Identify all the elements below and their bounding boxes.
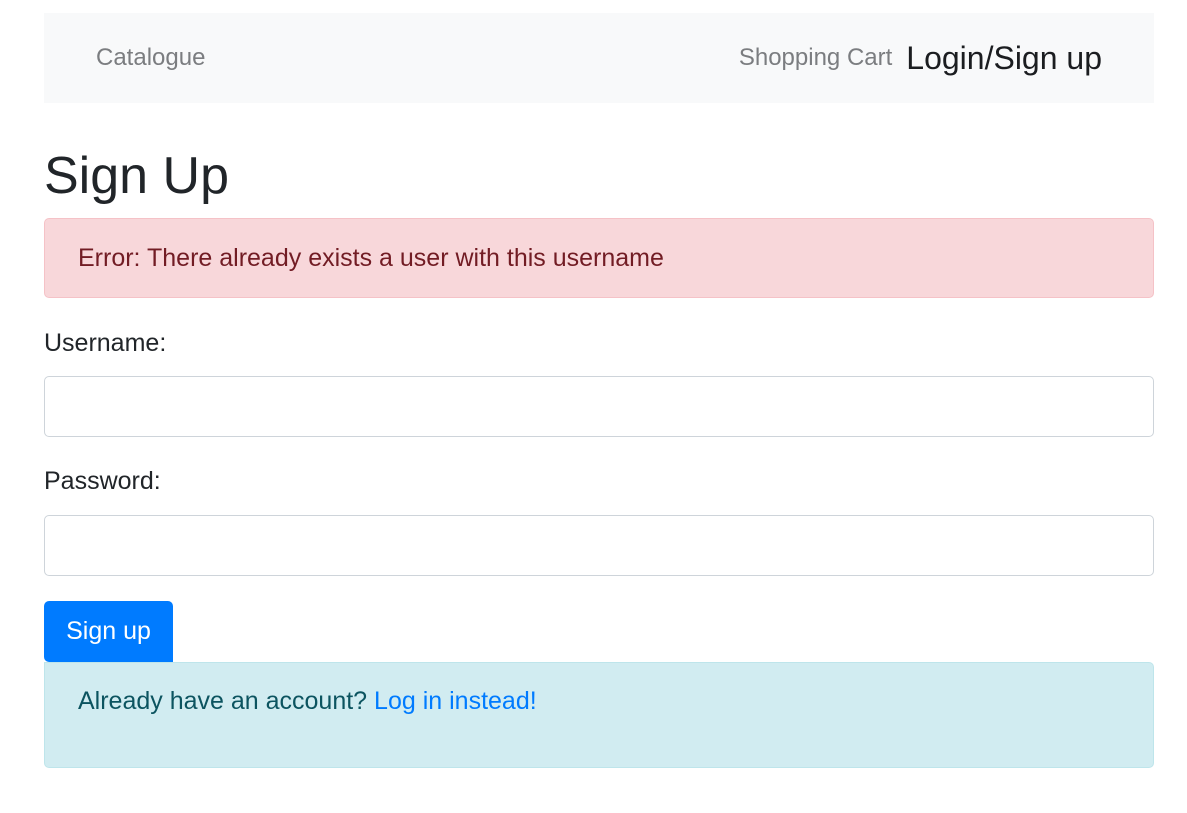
error-alert: Error: There already exists a user with … xyxy=(44,218,1154,298)
page-title: Sign Up xyxy=(44,147,229,205)
password-label: Password: xyxy=(44,467,161,495)
password-input[interactable] xyxy=(44,515,1154,576)
sign-up-button[interactable]: Sign up xyxy=(44,601,173,662)
login-info-alert: Already have an account? Log in instead! xyxy=(44,662,1154,768)
login-info-text: Already have an account? xyxy=(78,687,375,715)
nav-link-login-signup[interactable]: Login/Sign up xyxy=(906,40,1102,77)
navbar: Catalogue Shopping Cart Login/Sign up xyxy=(44,13,1154,103)
nav-link-catalogue[interactable]: Catalogue xyxy=(96,44,205,71)
navbar-right: Shopping Cart Login/Sign up xyxy=(739,40,1102,77)
navbar-left: Catalogue xyxy=(96,44,205,72)
username-input[interactable] xyxy=(44,376,1154,437)
nav-link-shopping-cart[interactable]: Shopping Cart xyxy=(739,44,892,72)
username-label: Username: xyxy=(44,329,167,357)
login-instead-link[interactable]: Log in instead! xyxy=(374,687,537,715)
error-message: Error: There already exists a user with … xyxy=(78,243,664,272)
page-container: Catalogue Shopping Cart Login/Sign up Si… xyxy=(44,13,1154,768)
